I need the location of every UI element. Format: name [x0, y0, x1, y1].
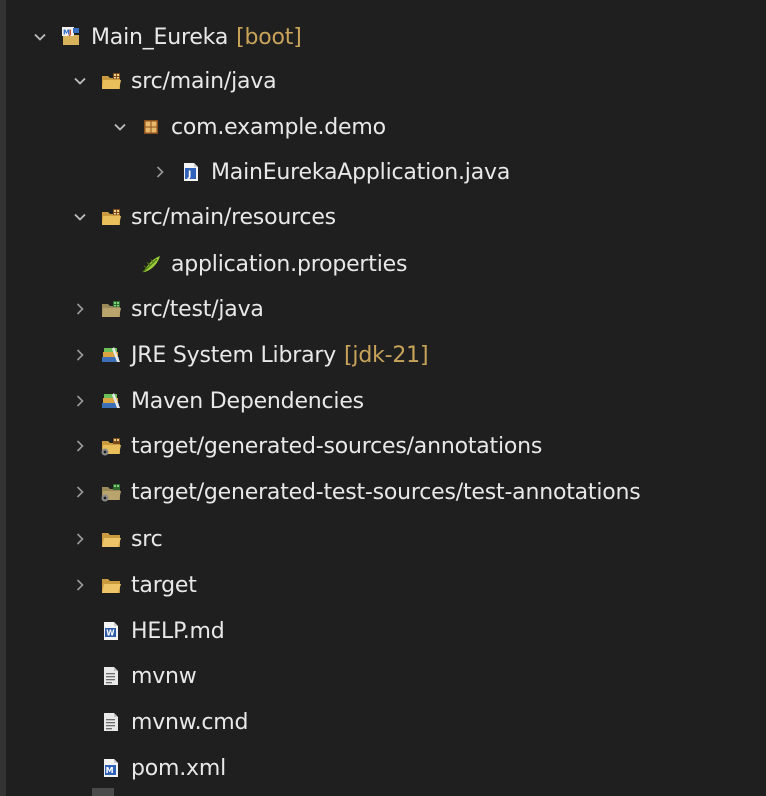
tree-item-main-eureka-application-java[interactable]: J MainEurekaApplication.java: [6, 149, 766, 195]
tree-item-mvnw-cmd[interactable]: mvnw.cmd: [6, 699, 766, 745]
tree-item-label: target/generated-sources/annotations: [131, 433, 543, 459]
tree-item-label: target: [131, 572, 197, 598]
test-source-folder-icon: [100, 298, 122, 320]
tree-item-maven-dependencies[interactable]: Maven Dependencies: [6, 378, 766, 424]
tree-item-src-main-java[interactable]: src/main/java: [6, 58, 766, 104]
tree-item-label: pom.xml: [131, 755, 227, 781]
tree-item-label: src: [131, 526, 163, 552]
chevron-right-icon[interactable]: [152, 164, 168, 180]
tree-item-help-md[interactable]: W HELP.md: [6, 608, 766, 654]
chevron-right-icon[interactable]: [72, 438, 88, 454]
maven-pom-icon: M: [100, 757, 122, 779]
next-item-icon-fragment: [92, 788, 114, 796]
tree-item-label: mvnw: [131, 663, 197, 689]
svg-text:M: M: [106, 766, 114, 775]
tree-item-label: Main_Eureka: [91, 24, 229, 50]
tree-item-label: mvnw.cmd: [131, 709, 249, 735]
library-icon: [100, 390, 122, 412]
tree-item-label: target/generated-test-sources/test-annot…: [131, 479, 641, 505]
chevron-right-icon[interactable]: [72, 577, 88, 593]
chevron-down-icon[interactable]: [112, 119, 128, 135]
java-file-icon: J: [180, 161, 202, 183]
markdown-file-icon: W: [100, 620, 122, 642]
tree-item-src-test-java[interactable]: src/test/java: [6, 286, 766, 332]
source-folder-icon: [100, 206, 122, 228]
tree-item-target-generated-sources[interactable]: target/generated-sources/annotations: [6, 423, 766, 469]
library-icon: [100, 344, 122, 366]
tree-item-label: src/main/java: [131, 68, 277, 94]
chevron-right-icon[interactable]: [72, 393, 88, 409]
tree-item-label: com.example.demo: [171, 114, 386, 140]
tree-item-folder-src[interactable]: src: [6, 516, 766, 562]
tree-item-project-main-eureka[interactable]: M J Main_Eureka [boot]: [6, 14, 766, 60]
chevron-down-icon[interactable]: [72, 73, 88, 89]
tree-item-jre-system-library[interactable]: JRE System Library [jdk-21]: [6, 332, 766, 378]
tree-item-label: JRE System Library: [131, 342, 337, 368]
project-explorer-tree: M J Main_Eureka [boot] src/main/java com.exam…: [0, 0, 766, 796]
chevron-right-icon[interactable]: [72, 484, 88, 500]
text-file-icon: [100, 711, 122, 733]
tree-item-label: MainEurekaApplication.java: [211, 159, 511, 185]
svg-text:J: J: [187, 170, 191, 180]
tree-item-pom-xml[interactable]: Mpom.xml: [6, 745, 766, 791]
chevron-right-icon[interactable]: [72, 347, 88, 363]
tree-item-label: HELP.md: [131, 618, 225, 644]
tree-item-label: Maven Dependencies: [131, 388, 364, 414]
tree-item-label: application.properties: [171, 251, 408, 277]
chevron-down-icon[interactable]: [32, 29, 48, 45]
tree-item-label: src/main/resources: [131, 204, 336, 230]
folder-icon: [100, 574, 122, 596]
tree-item-target-generated-test-sources[interactable]: target/generated-test-sources/test-annot…: [6, 469, 766, 515]
svg-text:J: J: [68, 29, 72, 37]
chevron-down-icon[interactable]: [72, 209, 88, 225]
tree-item-decoration: [boot]: [236, 24, 302, 50]
tree-item-application-properties[interactable]: application.properties: [6, 241, 766, 287]
source-folder-icon: [100, 70, 122, 92]
text-file-icon: [100, 665, 122, 687]
svg-text:W: W: [106, 629, 115, 638]
generated-test-source-folder-icon: [100, 481, 122, 503]
package-icon: [140, 116, 162, 138]
tree-item-decoration: [jdk-21]: [344, 342, 429, 368]
tree-item-mvnw[interactable]: mvnw: [6, 653, 766, 699]
tree-item-folder-target[interactable]: target: [6, 562, 766, 608]
generated-source-folder-icon: [100, 435, 122, 457]
chevron-right-icon[interactable]: [72, 531, 88, 547]
folder-icon: [100, 528, 122, 550]
tree-item-label: src/test/java: [131, 296, 264, 322]
properties-file-icon: [140, 253, 162, 275]
maven-project-icon: MJ: [60, 26, 82, 48]
tree-item-src-main-resources[interactable]: src/main/resources: [6, 194, 766, 240]
chevron-right-icon[interactable]: [72, 301, 88, 317]
tree-item-package-com-example-demo[interactable]: com.example.demo: [6, 104, 766, 150]
